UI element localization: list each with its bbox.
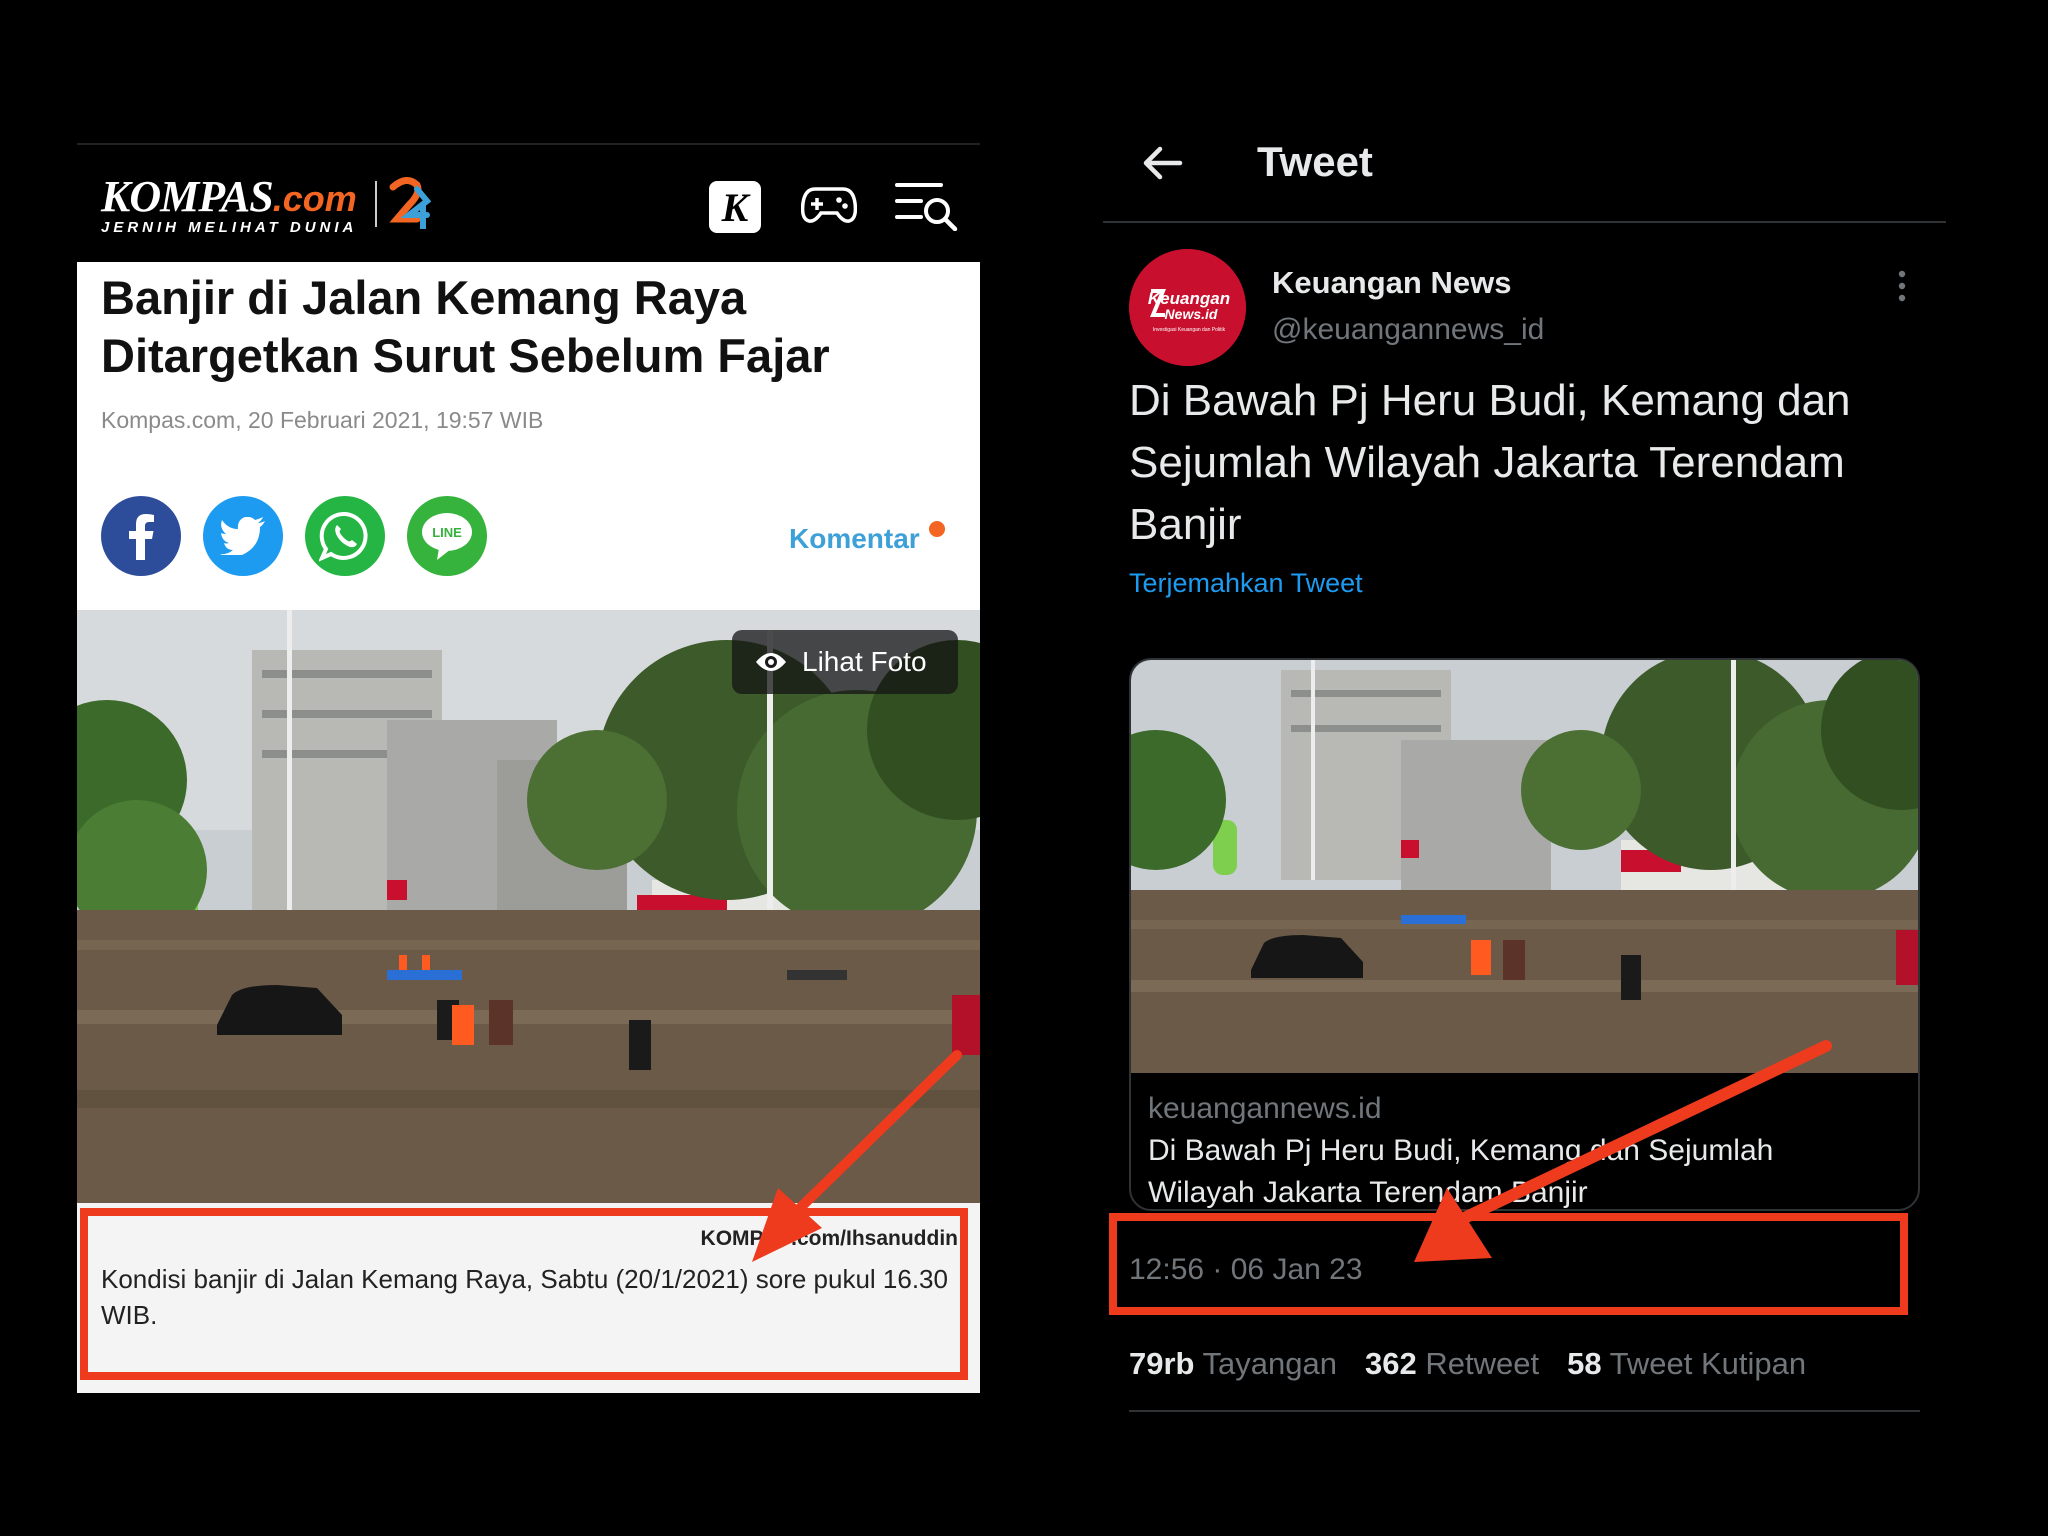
share-whatsapp-button[interactable] [305,496,385,576]
views-stat[interactable]: 79rb Tayangan [1129,1346,1337,1382]
kompas-header: KOMPAS.com JERNIH MELIHAT DUNIA K [77,143,980,262]
facebook-icon [129,514,154,560]
logo-dotcom: .com [272,178,357,219]
avatar[interactable]: Keuangan News.id Investigasi Keuangan da… [1129,249,1246,366]
card-domain: keuangannews.id [1148,1092,1382,1125]
quotes-stat[interactable]: 58 Tweet Kutipan [1567,1346,1806,1382]
flood-photo[interactable]: Lihat Foto [77,610,980,1203]
stats-divider [1129,1410,1920,1412]
twitter-icon [220,517,265,555]
logo-brand: KOMPAS [101,172,274,221]
logo-tagline: JERNIH MELIHAT DUNIA [101,219,358,236]
retweets-stat[interactable]: 362 Retweet [1365,1346,1539,1382]
kompas-article-panel: KOMPAS.com JERNIH MELIHAT DUNIA K Banjir… [77,143,980,1393]
views-count: 79rb [1129,1346,1195,1381]
share-facebook-button[interactable] [101,496,181,576]
author-name[interactable]: Keuangan News [1272,265,1511,301]
komentar-notification-dot [929,521,945,537]
annotation-highlight-caption [80,1208,968,1380]
tweet-stats: 79rb Tayangan 362 Retweet 58 Tweet Kutip… [1129,1346,1806,1382]
retweets-count: 362 [1365,1346,1417,1381]
lihat-foto-label: Lihat Foto [802,646,927,677]
lihat-foto-button[interactable]: Lihat Foto [732,630,958,694]
article-title: Banjir di Jalan Kemang Raya Ditargetkan … [101,271,830,382]
tweet-page-title: Tweet [1257,138,1373,185]
article-meta: Kompas.com, 20 Februari 2021, 19:57 WIB [101,407,544,433]
share-line-button[interactable]: LINE [407,496,487,576]
eye-icon [756,653,786,671]
card-title: Di Bawah Pj Heru Budi, Kemang dan Sejuml… [1148,1134,1774,1209]
header-divider [1103,221,1946,223]
line-icon: LINE [422,513,472,560]
line-icon-label: LINE [432,525,462,540]
author-handle[interactable]: @keuangannews_id [1272,313,1544,347]
kompas-k-icon[interactable]: K [709,181,761,233]
quotes-count: 58 [1567,1346,1602,1381]
retweets-label: Retweet [1425,1346,1540,1381]
card-photo [1131,660,1918,1073]
quotes-label: Tweet Kutipan [1609,1346,1807,1381]
tweet-text: Di Bawah Pj Heru Budi, Kemang dan Sejuml… [1129,376,1851,549]
back-arrow-icon[interactable] [1140,141,1184,185]
share-twitter-button[interactable] [203,496,283,576]
link-preview-card[interactable]: keuangannews.id Di Bawah Pj Heru Budi, K… [1129,658,1920,1211]
translate-tweet-link[interactable]: Terjemahkan Tweet [1129,568,1363,599]
flood-photo-image [77,610,980,1203]
anniversary-emblem-icon [389,177,432,229]
komentar-link[interactable]: Komentar [789,523,920,555]
whatsapp-icon [319,511,368,562]
avatar-text-2: News.id [1165,306,1218,322]
views-label: Tayangan [1202,1346,1337,1381]
card-photo-image [1131,660,1918,1073]
logo-separator [375,181,377,227]
menu-search-icon[interactable] [895,177,959,233]
annotation-highlight-timestamp [1109,1213,1908,1315]
kompas-logo[interactable]: KOMPAS.com JERNIH MELIHAT DUNIA [101,172,432,236]
more-options-icon[interactable] [1892,268,1912,304]
gamepad-icon[interactable] [799,177,859,233]
avatar-subtext: Investigasi Keuangan dan Politik [1153,327,1226,333]
